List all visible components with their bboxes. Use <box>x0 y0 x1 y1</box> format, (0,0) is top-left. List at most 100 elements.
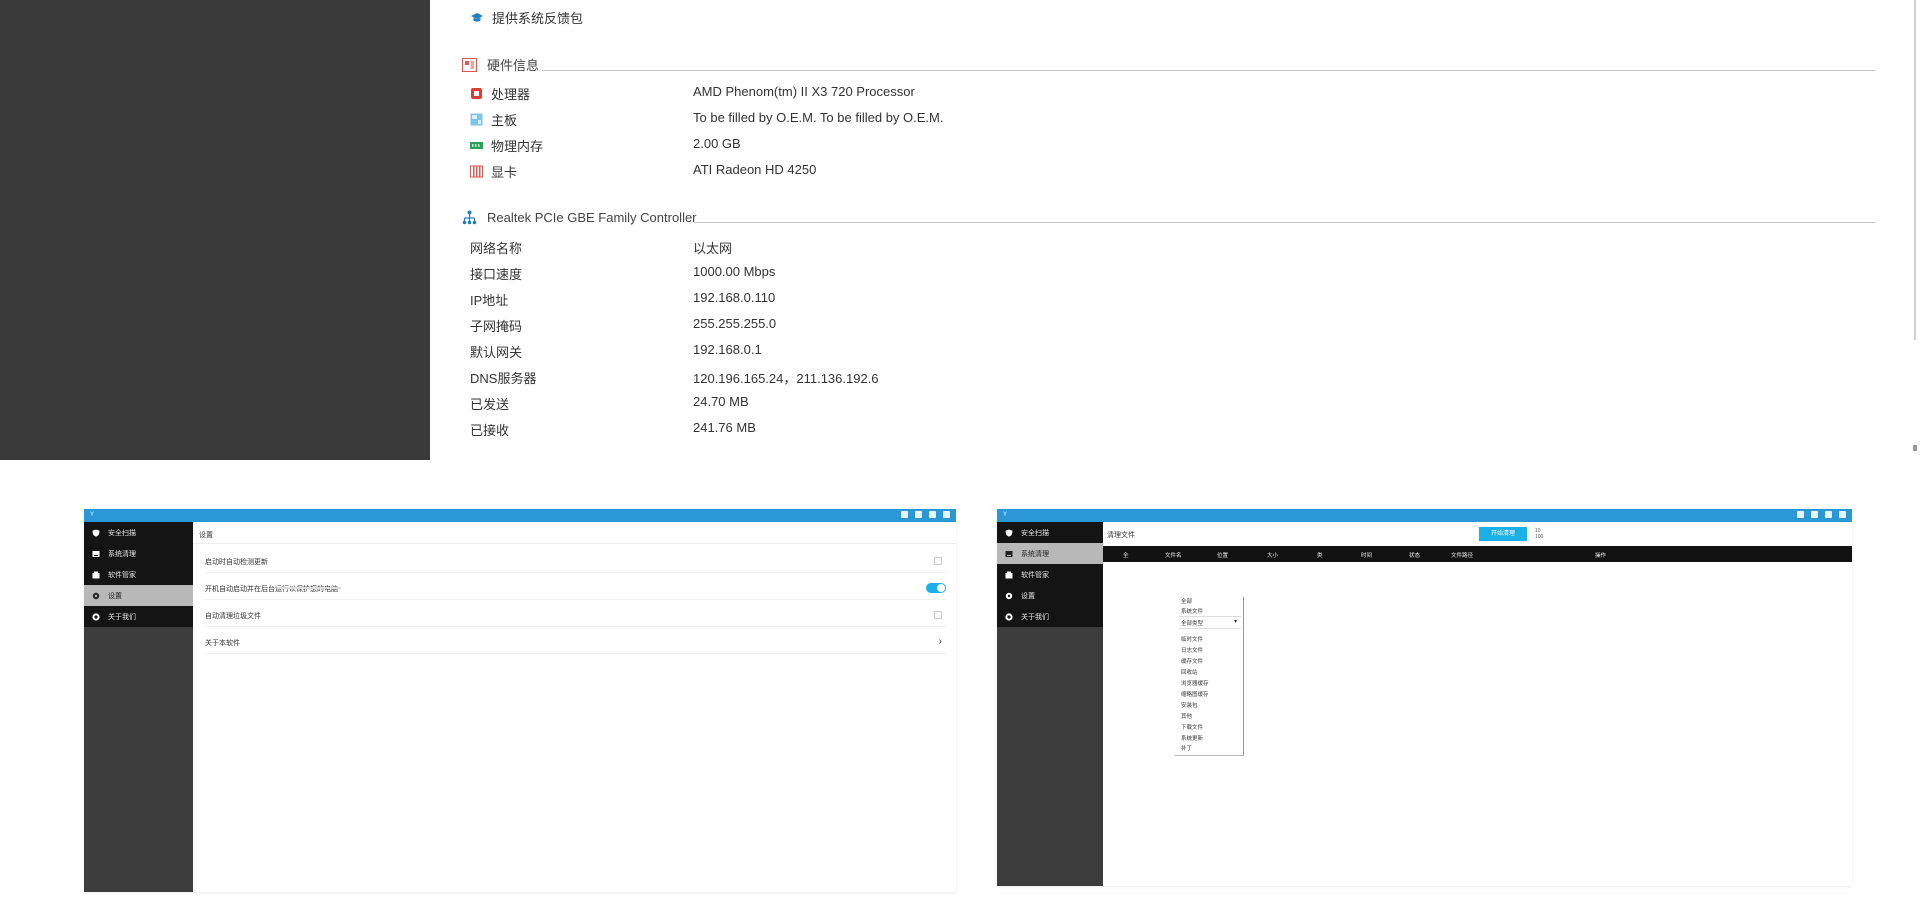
net-row: 默认网关 192.168.0.1 <box>470 342 1920 364</box>
motherboard-row: 主板 To be filled by O.E.M. To be filled b… <box>470 110 1920 132</box>
dropdown-option[interactable]: 下载文件 <box>1181 723 1203 731</box>
feedback-link[interactable]: 提供系统反馈包 <box>470 8 583 27</box>
settings-window: Y 安全扫描 系统清理 软件管家 设置 关于我们 设置 启动时自动检测更新 开机… <box>84 509 956 892</box>
net-row: 已接收 241.76 MB <box>470 420 1920 442</box>
dropdown-option[interactable]: 其他 <box>1181 712 1192 720</box>
setting-label: 启动时自动检测更新 <box>205 559 268 566</box>
setting-row: 自动清理垃圾文件 <box>205 604 946 627</box>
net-value: 24.70 MB <box>693 394 749 409</box>
minimize-icon[interactable] <box>1825 511 1832 518</box>
memory-label: 物理内存 <box>491 139 544 154</box>
memory-row: 物理内存 2.00 GB <box>470 136 1920 158</box>
network-icon <box>462 210 477 225</box>
sidebar-item-about[interactable]: 关于我们 <box>997 606 1103 627</box>
window-title: Y <box>90 512 95 518</box>
hardware-icon <box>462 57 477 72</box>
net-row: 接口速度 1000.00 Mbps <box>470 264 1920 286</box>
column-header[interactable]: 文件名 <box>1165 551 1182 559</box>
sidebar-item-clean[interactable]: 系统清理 <box>84 543 193 564</box>
sidebar-item-settings[interactable]: 设置 <box>84 585 193 606</box>
column-header[interactable]: 大小 <box>1267 551 1278 559</box>
autostart-toggle[interactable] <box>926 583 946 593</box>
dropdown-select[interactable]: 全部类型 ▾ <box>1179 616 1241 629</box>
skin-icon[interactable] <box>1797 511 1804 518</box>
sidebar-item-scan[interactable]: 安全扫描 <box>84 522 193 543</box>
drive-icon <box>1005 550 1013 557</box>
window-titlebar: Y <box>997 509 1852 522</box>
cleaner-window: Y 安全扫描 系统清理 软件管家 设置 关于我们 清理文件 开始清理 10 10… <box>997 509 1852 886</box>
minimize-icon[interactable] <box>929 511 936 518</box>
net-label: IP地址 <box>470 293 509 308</box>
info-icon <box>92 612 100 621</box>
dropdown-option[interactable]: 安装包 <box>1181 701 1198 709</box>
sidebar-item-clean[interactable]: 系统清理 <box>997 543 1103 564</box>
setting-label: 关于本软件 <box>205 640 240 647</box>
info-icon <box>1005 612 1013 621</box>
column-header[interactable]: 操作 <box>1595 551 1606 559</box>
cpu-row: 处理器 AMD Phenom(tm) II X3 720 Processor <box>470 84 1920 106</box>
column-header[interactable]: 文件路径 <box>1451 551 1473 559</box>
net-row: DNS服务器 120.196.165.24，211.136.192.6 <box>470 368 1920 390</box>
hardware-section-title: 硬件信息 <box>462 55 539 74</box>
sidebar-item-label: 软件管家 <box>108 571 136 579</box>
setting-checkbox[interactable] <box>934 611 942 619</box>
column-header[interactable]: 状态 <box>1409 551 1420 559</box>
net-value: 255.255.255.0 <box>693 316 777 331</box>
cpu-icon <box>471 88 482 99</box>
network-section-label: Realtek PCIe GBE Family Controller <box>487 210 697 225</box>
menu-icon[interactable] <box>1811 511 1818 518</box>
setting-progress-line <box>277 587 341 589</box>
gear-icon <box>92 592 100 599</box>
sidebar-item-software[interactable]: 软件管家 <box>84 564 193 585</box>
sidebar-item-settings[interactable]: 设置 <box>997 585 1103 606</box>
setting-row[interactable]: 关于本软件 › <box>205 631 946 654</box>
dropdown-option[interactable]: 日志文件 <box>1181 646 1203 654</box>
dropdown-option[interactable]: 补丁 <box>1181 744 1192 752</box>
motherboard-icon <box>470 113 483 126</box>
dropdown-subtitle: 系统文件 <box>1181 609 1204 615</box>
sidebar-item-label: 设置 <box>1021 592 1035 600</box>
store-icon <box>92 571 100 578</box>
dropdown-option[interactable]: 回收站 <box>1181 668 1198 676</box>
dropdown-option[interactable]: 浏览器缓存 <box>1181 679 1209 687</box>
dropdown-option[interactable]: 缩略图缓存 <box>1181 690 1209 698</box>
settings-content: 设置 启动时自动检测更新 开机自动启动并在后台运行以保护您的电脑 自动清理垃圾文… <box>193 522 956 892</box>
cpu-value: AMD Phenom(tm) II X3 720 Processor <box>693 84 915 99</box>
sidebar-item-software[interactable]: 软件管家 <box>997 564 1103 585</box>
file-list-content: 清理文件 开始清理 10 100 全 文件名 位置 大小 类 时间 状态 文件路… <box>1103 522 1852 886</box>
sidebar-item-scan[interactable]: 安全扫描 <box>997 522 1103 543</box>
graphics-label: 显卡 <box>491 165 518 180</box>
close-icon[interactable] <box>1839 511 1846 518</box>
dropdown-title: 全部 <box>1181 599 1193 605</box>
start-clean-button[interactable]: 开始清理 <box>1479 527 1527 541</box>
column-header[interactable]: 类 <box>1317 551 1323 559</box>
gear-icon <box>1005 592 1013 599</box>
shield-icon <box>1005 529 1013 537</box>
column-header[interactable]: 时间 <box>1361 551 1372 559</box>
graphics-card-icon <box>470 165 483 178</box>
feedback-link-label: 提供系统反馈包 <box>492 11 584 26</box>
setting-checkbox[interactable] <box>934 557 942 565</box>
sidebar-item-about[interactable]: 关于我们 <box>84 606 193 627</box>
section-divider <box>694 222 1875 223</box>
motherboard-label: 主板 <box>491 113 518 128</box>
file-type-dropdown[interactable]: 全部 系统文件 全部类型 ▾ 临时文件 日志文件 缓存文件 回收站 浏览器缓存 … <box>1175 597 1244 756</box>
scrollbar-arrow[interactable] <box>1913 445 1917 451</box>
close-icon[interactable] <box>943 511 950 518</box>
dark-sidebar-area <box>0 0 430 460</box>
header-divider <box>193 543 956 544</box>
column-header[interactable]: 位置 <box>1217 551 1228 559</box>
skin-icon[interactable] <box>901 511 908 518</box>
dropdown-option[interactable]: 缓存文件 <box>1181 657 1203 665</box>
dropdown-option[interactable]: 临时文件 <box>1181 635 1203 643</box>
dropdown-option[interactable]: 系统更新 <box>1181 734 1203 742</box>
net-row: 子网掩码 255.255.255.0 <box>470 316 1920 338</box>
net-row: IP地址 192.168.0.110 <box>470 290 1920 312</box>
sidebar-item-label: 关于我们 <box>1021 613 1049 621</box>
sidebar-item-label: 系统清理 <box>108 550 136 558</box>
menu-icon[interactable] <box>915 511 922 518</box>
shield-icon <box>92 529 100 537</box>
column-header[interactable]: 全 <box>1123 551 1129 559</box>
net-label: 网络名称 <box>470 241 523 256</box>
chevron-right-icon: › <box>938 636 942 647</box>
